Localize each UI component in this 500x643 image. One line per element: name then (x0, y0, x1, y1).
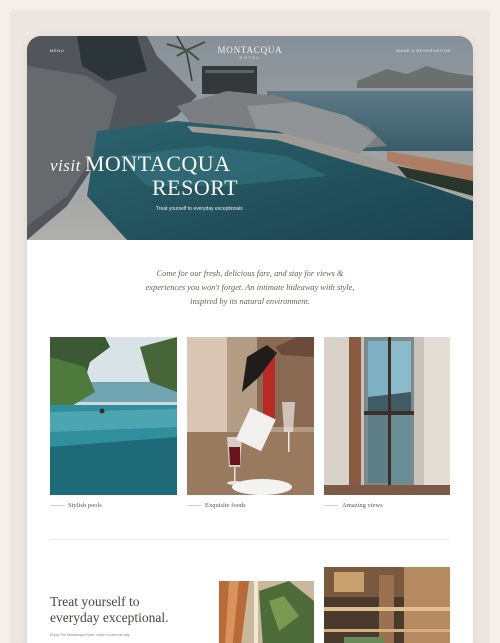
intro-line-1: Come for our fresh, delicious fare, and … (156, 269, 344, 278)
lobby-photo[interactable] (324, 567, 450, 643)
feature-caption-views: Amazing views (324, 502, 383, 509)
pool-photo[interactable] (50, 337, 177, 495)
hero-tagline: Treat yourself to everyday exceptionals (156, 206, 243, 212)
intro-line-3: inspired by its natural environment. (190, 297, 310, 306)
bottom-title-line2: everyday exceptional. (50, 610, 169, 625)
bottom-title: Treat yourself to everyday exceptional. (50, 594, 168, 626)
window-photo[interactable] (324, 337, 450, 495)
hero-section: MENU MONTACQUA HOTEL MAKE A RESERVATION … (27, 36, 473, 240)
hero-visit: visit (50, 156, 81, 175)
hero-title-line2: RESORT (152, 175, 239, 200)
feature-label-views: Amazing views (342, 502, 383, 509)
feature-label-foods: Exquisite foods (205, 502, 246, 509)
bottom-small-text: Enjoy The Montacqua Hotel, which is seen… (50, 633, 130, 637)
brand-sub: HOTEL (239, 56, 261, 60)
reservation-link[interactable]: MAKE A RESERVATION (396, 48, 451, 53)
caption-dash (324, 505, 338, 506)
intro-line-2: experiences you won't forget. An intimat… (145, 283, 355, 292)
atrium-photo[interactable] (219, 581, 314, 643)
hero-title: visit MONTACQUA RESORT (50, 151, 238, 201)
website-card: MENU MONTACQUA HOTEL MAKE A RESERVATION … (27, 36, 473, 643)
hero-title-line1: MONTACQUA (84, 151, 231, 176)
feature-caption-foods: Exquisite foods (187, 502, 246, 509)
caption-dash (50, 505, 64, 506)
feature-label-pools: Stylish pools (68, 502, 102, 509)
feature-caption-pools: Stylish pools (50, 502, 102, 509)
bottom-title-line1: Treat yourself to (50, 594, 140, 609)
wine-photo[interactable] (187, 337, 314, 495)
caption-dash (187, 505, 201, 506)
intro-text: Come for our fresh, delicious fare, and … (117, 267, 383, 309)
hero-image (27, 36, 473, 240)
section-divider (50, 539, 450, 540)
